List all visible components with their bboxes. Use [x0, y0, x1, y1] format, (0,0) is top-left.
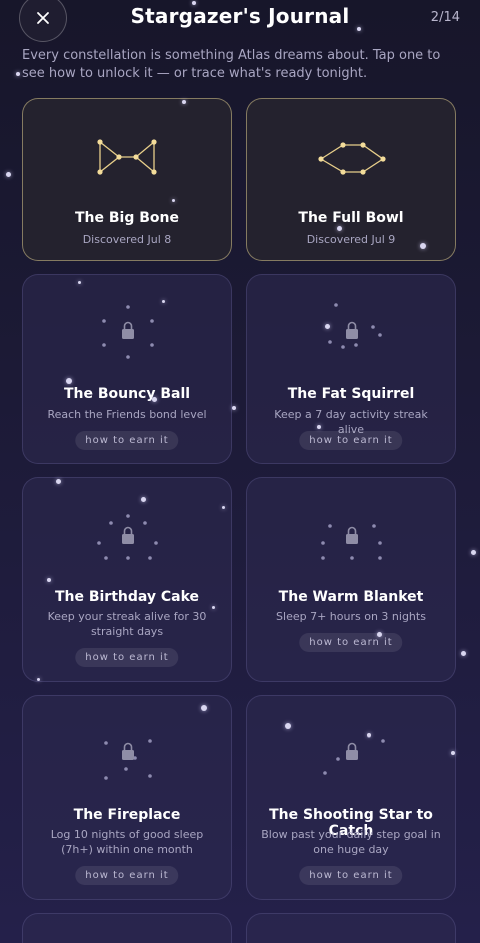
star-particle: [172, 199, 175, 202]
how-to-earn-button[interactable]: how to earn it: [75, 866, 179, 885]
locked-constellation-dots: [97, 514, 158, 560]
constellation-card-full-bowl[interactable]: The Full Bowl Discovered Jul 9: [246, 98, 456, 261]
how-to-earn-button[interactable]: how to earn it: [75, 431, 179, 450]
lock-icon: [346, 742, 358, 760]
star-particle: [6, 172, 11, 177]
star-particle: [66, 378, 72, 384]
lock-icon: [122, 742, 134, 760]
card-title: The Fat Squirrel: [287, 386, 415, 402]
locked-constellation-dots: [328, 303, 382, 349]
bone-constellation-icon: [97, 139, 157, 175]
intro-text: Every constellation is something Atlas d…: [22, 48, 441, 81]
constellation-card-birthday-cake[interactable]: The Birthday Cake Keep your streak alive…: [22, 477, 232, 682]
star-particle: [377, 632, 382, 637]
star-particle: [471, 550, 476, 555]
card-title: The Warm Blanket: [278, 589, 424, 605]
constellation-card-partial[interactable]: [22, 913, 232, 943]
locked-constellation-dots: [321, 524, 382, 560]
bowl-constellation-icon: [318, 142, 386, 175]
constellation-card-partial[interactable]: [246, 913, 456, 943]
card-title: The Bouncy Ball: [63, 386, 191, 402]
constellation-card-big-bone[interactable]: The Big Bone Discovered Jul 8: [22, 98, 232, 261]
star-particle: [420, 243, 426, 249]
card-subtitle: Blow past your daily step goal in one hu…: [261, 828, 441, 856]
star-particle: [16, 72, 20, 76]
card-title: The Big Bone: [74, 210, 179, 226]
constellation-card-fireplace[interactable]: The Fireplace Log 10 nights of good slee…: [22, 695, 232, 900]
star-particle: [232, 406, 236, 410]
star-particle: [192, 1, 196, 5]
star-particle: [461, 651, 466, 656]
how-to-earn-button[interactable]: how to earn it: [299, 431, 403, 450]
header: Stargazer's Journal 2/14: [0, 0, 480, 42]
progress-counter: 2/14: [430, 10, 460, 25]
lock-icon: [122, 321, 134, 339]
constellation-card-warm-blanket[interactable]: The Warm Blanket Sleep 7+ hours on 3 nig…: [246, 477, 456, 682]
lock-icon: [346, 526, 358, 544]
star-particle: [56, 479, 61, 484]
card-subtitle: Discovered Jul 9: [306, 233, 396, 246]
star-particle: [357, 27, 361, 31]
star-particle: [337, 226, 342, 231]
star-particle: [47, 578, 51, 582]
star-particle: [182, 100, 186, 104]
card-title: The Fireplace: [73, 807, 181, 823]
card-subtitle: Log 10 nights of good sleep (7h+) within…: [50, 828, 204, 856]
how-to-earn-button[interactable]: how to earn it: [299, 866, 403, 885]
star-particle: [212, 606, 215, 609]
star-particle: [37, 678, 40, 681]
lock-icon: [346, 321, 358, 339]
star-particle: [325, 324, 330, 329]
how-to-earn-button[interactable]: how to earn it: [75, 648, 179, 667]
star-particle: [141, 497, 146, 502]
star-particle: [317, 425, 321, 429]
star-particle: [222, 506, 225, 509]
lock-icon: [122, 526, 134, 544]
constellation-card-fat-squirrel[interactable]: The Fat Squirrel Keep a 7 day activity s…: [246, 274, 456, 464]
page-title: Stargazer's Journal: [130, 4, 350, 28]
star-particle: [451, 751, 455, 755]
card-subtitle: Sleep 7+ hours on 3 nights: [276, 610, 426, 623]
card-subtitle: Reach the Friends bond level: [47, 408, 207, 421]
star-particle: [152, 397, 157, 402]
star-particle: [367, 733, 371, 737]
constellation-card-bouncy-ball[interactable]: The Bouncy Ball Reach the Friends bond l…: [22, 274, 232, 464]
star-particle: [162, 300, 165, 303]
how-to-earn-button[interactable]: how to earn it: [299, 633, 403, 652]
locked-constellation-dots: [323, 734, 385, 775]
card-title: The Birthday Cake: [54, 589, 200, 605]
card-subtitle: Keep your streak alive for 30 straight d…: [47, 610, 207, 638]
locked-constellation-dots: [104, 739, 152, 780]
star-particle: [78, 281, 81, 284]
locked-constellation-dots: [102, 305, 154, 359]
star-particle: [201, 705, 207, 711]
card-subtitle: Discovered Jul 8: [82, 233, 172, 246]
card-title: The Full Bowl: [298, 210, 404, 226]
constellation-card-shooting-star[interactable]: The Shooting Star to Catch Blow past you…: [246, 695, 456, 900]
star-particle: [285, 723, 291, 729]
